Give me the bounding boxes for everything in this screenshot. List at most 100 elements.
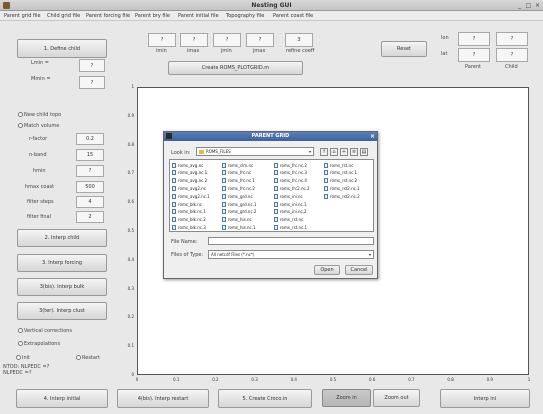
menu-parent-grid[interactable]: Parent grid file [4, 13, 41, 19]
minimize-icon[interactable]: _ [516, 2, 523, 9]
file-item[interactable]: roms_grd.nc.2 [222, 209, 256, 215]
interp-clust-button[interactable]: 3(ter). Interp clust [17, 302, 107, 320]
match-volume-radio[interactable] [18, 123, 23, 128]
menu-parent-coast[interactable]: Parent coast file [273, 13, 313, 19]
menu-parent-forcing[interactable]: Parent forcing file [86, 13, 130, 19]
filter-steps-field[interactable]: 4 [76, 196, 104, 208]
file-item[interactable]: roms_ini.nc.1 [274, 201, 307, 207]
file-item[interactable]: roms_blk.nc [172, 201, 202, 207]
file-item[interactable]: roms_frc.nc.2 [222, 185, 255, 191]
file-item[interactable]: roms_rst.nc.2 [324, 178, 357, 184]
files-of-type-label: Files of Type: [171, 252, 204, 258]
files-of-type-select[interactable]: All netcdf Files (*.nc*) ▾ [208, 250, 374, 259]
file-item[interactable]: roms_grd.nc.1 [222, 201, 256, 207]
jmax-field[interactable]: ? [246, 33, 274, 47]
file-item[interactable]: roms_rst.nc.1 [274, 224, 307, 230]
file-name-input[interactable] [208, 237, 374, 245]
zoom-out-button[interactable]: Zoom out [373, 389, 420, 407]
file-item[interactable]: roms_frc.nc [222, 170, 251, 176]
file-item[interactable]: roms_frc.nc.3 [274, 170, 307, 176]
file-item[interactable]: roms_ini.nc.2 [274, 209, 307, 215]
file-item[interactable]: roms_avg.nc [172, 162, 203, 168]
file-item[interactable]: roms_clm.nc [222, 162, 253, 168]
menu-topography[interactable]: Topography file [226, 13, 264, 19]
details-view-icon[interactable]: ▤ [360, 148, 368, 156]
file-item[interactable]: roms_rst.nc [274, 217, 303, 223]
files-of-type-value: All netcdf Files (*.nc*) [211, 252, 255, 257]
menu-parent-bry[interactable]: Parent bry file [135, 13, 170, 19]
new-folder-icon[interactable]: + [340, 148, 348, 156]
interp-ini-button[interactable]: Interp ini [440, 389, 530, 408]
cancel-button[interactable]: Cancel [345, 265, 373, 275]
file-name: roms_blk.nc.1 [178, 209, 206, 215]
interp-restart-button[interactable]: 4(bis). Interp restart [117, 389, 209, 408]
interp-bulk-button[interactable]: 3(bis). Interp bulk [17, 278, 107, 296]
file-item[interactable]: roms_his.nc [222, 217, 252, 223]
file-item[interactable]: roms_frc.nc.1 [222, 178, 255, 184]
init-radio[interactable] [16, 355, 21, 360]
close-icon[interactable]: × [534, 2, 541, 9]
jmin-field[interactable]: ? [213, 33, 241, 47]
file-item[interactable]: roms_blk.nc.1 [172, 209, 206, 215]
n-band-field[interactable]: 15 [76, 149, 104, 161]
zoom-in-button[interactable]: Zoom in [322, 389, 371, 407]
hmin-field[interactable]: ? [76, 165, 104, 177]
create-grid-button[interactable]: Create ROMS_PLOTGRID.m [168, 61, 303, 75]
file-item[interactable]: roms_grd.nc [222, 193, 253, 199]
menu-child-grid[interactable]: Child grid file [47, 13, 80, 19]
file-icon [172, 217, 176, 223]
reset-button[interactable]: Reset [381, 41, 427, 57]
file-item[interactable]: roms_ini.nc [274, 193, 303, 199]
file-item[interactable]: roms_blk.nc.3 [172, 224, 206, 230]
extrapolations-radio[interactable] [18, 341, 23, 346]
maximize-icon[interactable]: □ [525, 2, 532, 9]
parent-lat-field[interactable]: ? [458, 48, 490, 62]
file-item[interactable]: roms_his.nc.1 [222, 224, 256, 230]
home-icon[interactable]: ⌂ [330, 148, 338, 156]
up-folder-icon[interactable]: ↑ [320, 148, 328, 156]
file-list[interactable]: roms_avg.nc roms_clm.nc roms_frc.nc.2 roms_… [169, 159, 374, 232]
file-item[interactable]: roms_frc.nc.4 [274, 178, 307, 184]
list-view-icon[interactable]: ≡ [350, 148, 358, 156]
interp-child-button[interactable]: 2. Interp child [17, 229, 107, 247]
file-item[interactable]: roms_avg.nc.1 [172, 170, 207, 176]
mmin-field[interactable]: ? [79, 76, 105, 89]
menu-parent-initial[interactable]: Parent initial file [178, 13, 219, 19]
file-item[interactable]: roms_avg2.nc [172, 185, 206, 191]
file-icon [274, 170, 278, 176]
file-icon [274, 162, 278, 168]
hmax-coast-field[interactable]: 500 [76, 181, 104, 193]
file-item[interactable]: roms_blk.nc.2 [172, 217, 206, 223]
r-factor-field[interactable]: 0.2 [76, 133, 104, 145]
child-lat-field[interactable]: ? [496, 48, 528, 62]
child-lon-field[interactable]: ? [496, 32, 528, 46]
file-item[interactable]: roms_rst.nc.1 [324, 170, 357, 176]
define-child-button[interactable]: 1. Define child [17, 39, 107, 58]
lmin-field[interactable]: ? [79, 59, 105, 72]
interp-initial-button[interactable]: 4. Interp initial [16, 389, 108, 408]
file-item[interactable]: roms_frc2.nc.2 [274, 185, 310, 191]
file-name: roms_ini.nc.1 [280, 201, 307, 207]
imax-field[interactable]: ? [180, 33, 208, 47]
create-croco-in-button[interactable]: 5. Create Croco.in [218, 389, 312, 408]
file-icon [222, 224, 226, 230]
file-item[interactable]: roms_avg.nc.2 [172, 178, 207, 184]
file-item[interactable]: roms_rst2.nc.2 [324, 193, 360, 199]
file-name: roms_ini.nc [280, 193, 303, 199]
restart-radio[interactable] [76, 355, 81, 360]
dialog-close-icon[interactable]: × [370, 132, 375, 141]
file-item[interactable]: roms_frc.nc.2 [274, 162, 307, 168]
vertical-corrections-radio[interactable] [18, 328, 23, 333]
new-child-topo-radio[interactable] [18, 112, 23, 117]
look-in-select[interactable]: ROMS_FILES ▾ [196, 147, 314, 156]
imin-field[interactable]: ? [148, 33, 176, 47]
open-button[interactable]: Open [314, 265, 340, 275]
file-item[interactable]: roms_avg2.nc.1 [172, 193, 210, 199]
file-item[interactable]: roms_rst.nc [324, 162, 353, 168]
parent-lon-field[interactable]: ? [458, 32, 490, 46]
file-item[interactable]: roms_rst2.nc.1 [324, 185, 360, 191]
filter-final-field[interactable]: 2 [76, 211, 104, 223]
interp-forcing-button[interactable]: 3. Interp forcing [17, 254, 107, 272]
file-name: roms_avg.nc.1 [178, 170, 208, 176]
refine-coeff-field[interactable]: 3 [285, 33, 313, 47]
